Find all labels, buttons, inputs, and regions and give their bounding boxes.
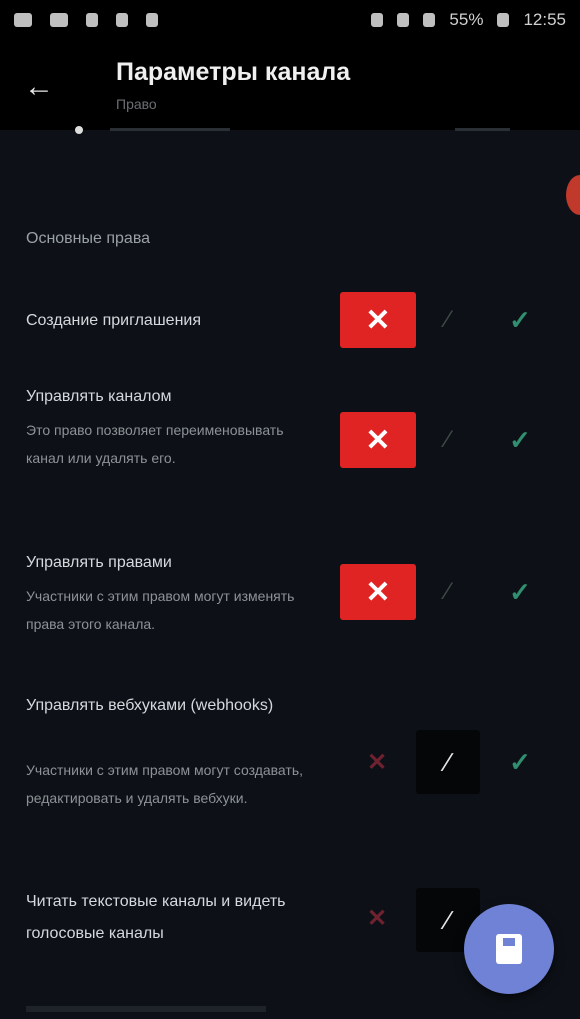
deny-toggle[interactable]: ✕ [340,412,416,468]
deny-toggle[interactable]: ✕ [340,292,416,348]
allow-toggle[interactable]: ✓ [500,742,540,782]
clock: 12:55 [523,10,566,29]
scroll-indicator [566,175,580,215]
save-button[interactable] [464,904,554,994]
permission-description: Это право позволяет переименовывать кана… [26,422,284,466]
tab-underline [110,128,230,131]
permission-name: Читать текстовые каналы и видеть голосов… [26,893,286,942]
permission-name: Управлять каналом [26,388,172,405]
moon-icon [86,13,98,27]
notification-icon [146,13,158,27]
permission-name: Управлять правами [26,554,172,571]
deny-toggle[interactable]: ✕ [340,564,416,620]
close-icon: ✕ [365,575,391,609]
back-arrow-icon[interactable]: ← [22,70,56,104]
allow-toggle[interactable]: ✓ [500,420,540,460]
signal-icon [423,13,436,27]
close-icon: ✕ [365,423,391,457]
tab-underline [455,128,510,131]
mail-icon [50,13,68,27]
deny-toggle[interactable]: ✕ [357,742,397,782]
tab-indicator [0,126,580,134]
neutral-toggle[interactable]: ∕ [420,412,476,468]
page-subtitle: Право [116,96,157,112]
neutral-toggle[interactable]: ∕ [416,730,480,794]
battery-percent: 55% [449,10,484,29]
next-row-peek [26,1006,266,1012]
status-bar: 55% 12:55 [0,0,580,40]
allow-toggle[interactable]: ✓ [500,572,540,612]
allow-toggle[interactable]: ✓ [500,300,540,340]
tab-dot [75,126,83,134]
neutral-toggle[interactable]: ∕ [420,292,476,348]
nfc-icon [397,13,410,27]
deny-toggle[interactable]: ✕ [357,898,397,938]
save-icon [496,934,522,964]
permission-description: Участники с этим правом могут изменять п… [26,588,295,632]
section-title: Основные права [26,230,151,247]
permission-name: Создание приглашения [26,312,201,329]
neutral-toggle[interactable]: ∕ [420,564,476,620]
moon-icon [116,13,128,27]
app-bar: ← Параметры канала Право [0,40,580,130]
close-icon: ✕ [365,303,391,337]
page-title: Параметры канала [116,58,351,86]
message-icon [14,13,32,27]
vibrate-icon [371,13,384,27]
battery-icon [497,13,510,27]
permission-description: Участники с этим правом могут создавать,… [26,762,304,806]
permission-name: Управлять вебхуками (webhooks) [26,697,274,714]
